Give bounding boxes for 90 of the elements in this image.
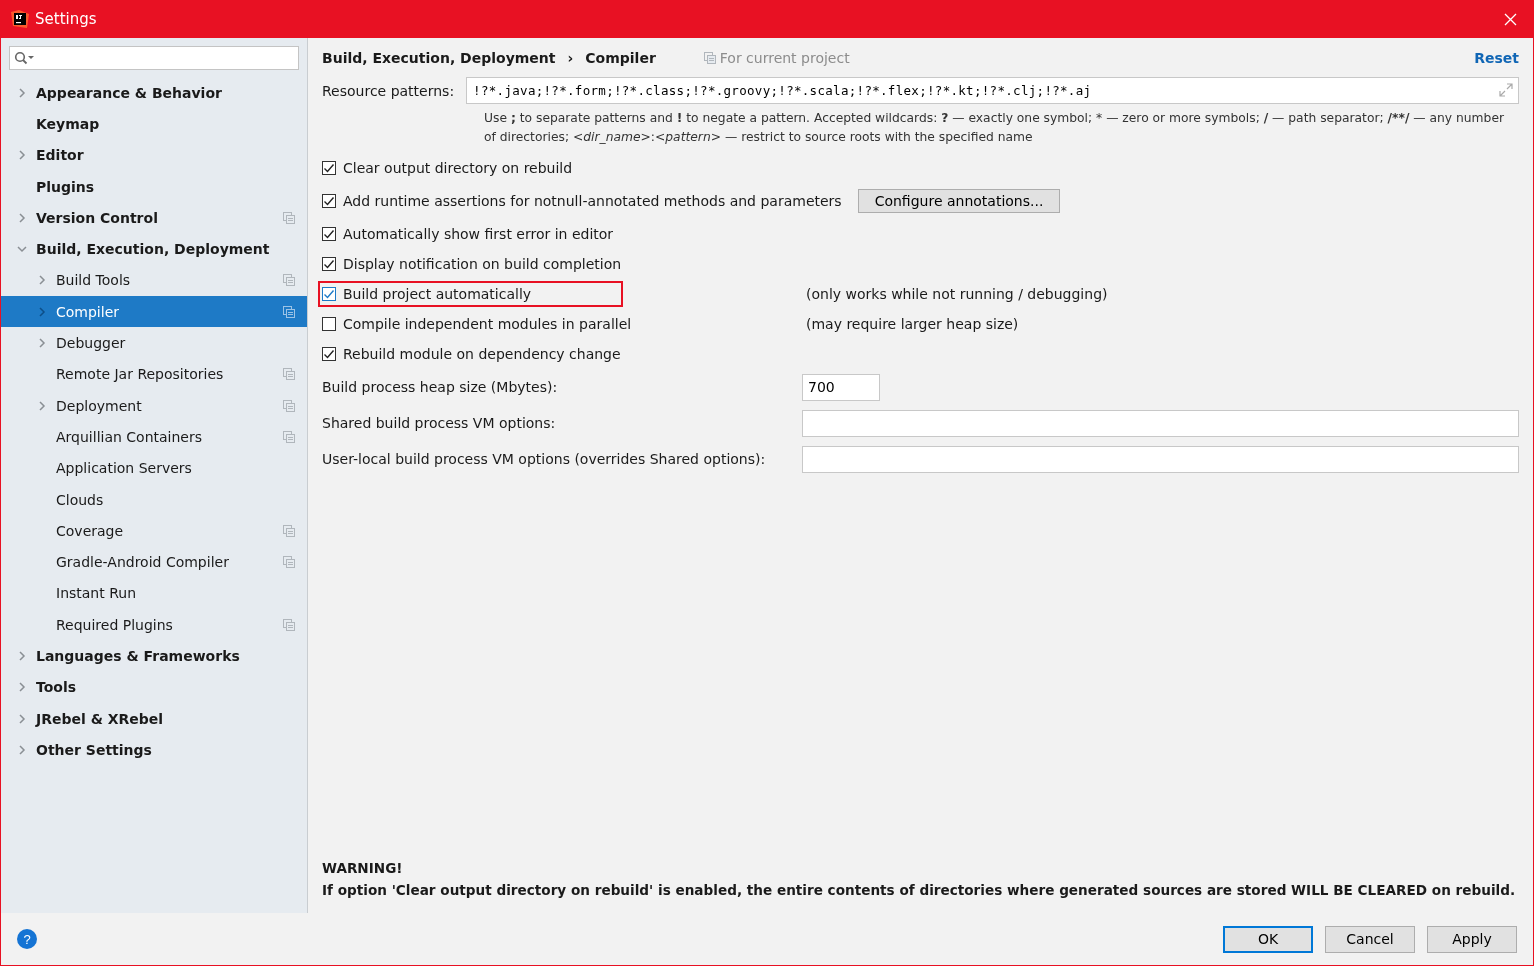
checkbox[interactable] bbox=[322, 317, 336, 331]
checkbox-row[interactable]: Compile independent modules in parallel bbox=[318, 311, 802, 337]
close-icon bbox=[1504, 12, 1517, 26]
sidebar-item[interactable]: Tools bbox=[1, 671, 307, 703]
sidebar-item[interactable]: Version Control bbox=[1, 202, 307, 234]
sidebar-item[interactable]: Remote Jar Repositories bbox=[1, 358, 307, 390]
dialog-button[interactable]: OK bbox=[1223, 925, 1313, 953]
checkbox-row[interactable]: Automatically show first error in editor bbox=[318, 221, 618, 247]
sidebar-item[interactable]: Plugins bbox=[1, 170, 307, 203]
sidebar-item[interactable]: Keymap bbox=[1, 108, 307, 140]
breadcrumb-item: Compiler bbox=[585, 50, 656, 66]
checkbox[interactable] bbox=[322, 347, 336, 361]
help-button[interactable]: ? bbox=[17, 929, 37, 949]
sidebar-item[interactable]: Deployment bbox=[1, 389, 307, 422]
checkbox-row[interactable]: Clear output directory on rebuild bbox=[318, 155, 577, 181]
input-field[interactable]: 700 bbox=[802, 373, 880, 401]
chevron-right-icon[interactable] bbox=[37, 305, 47, 318]
sidebar-item[interactable]: Appearance & Behavior bbox=[1, 77, 307, 109]
field-label: Shared build process VM options: bbox=[322, 415, 557, 431]
breadcrumb-item: Build, Execution, Deployment bbox=[322, 50, 556, 66]
checkbox-row[interactable]: Rebuild module on dependency change bbox=[318, 341, 625, 367]
checkmark-icon bbox=[323, 228, 335, 240]
checkbox[interactable] bbox=[322, 257, 336, 271]
sidebar-item[interactable]: Build, Execution, Deployment bbox=[1, 233, 307, 265]
sidebar-item[interactable]: Required Plugins bbox=[1, 609, 307, 641]
search-field[interactable] bbox=[9, 46, 299, 70]
sidebar-item[interactable]: Gradle-Android Compiler bbox=[1, 546, 307, 578]
sidebar-item[interactable]: Coverage bbox=[1, 515, 307, 547]
sidebar-item[interactable]: JRebel & XRebel bbox=[1, 702, 307, 735]
checkbox[interactable] bbox=[322, 287, 336, 301]
checkbox[interactable] bbox=[322, 227, 336, 241]
resource-patterns-field[interactable]: !?*.java;!?*.form;!?*.class;!?*.groovy;!?*.scala;!?*.flex;!?*.kt;!?*.clj;!?*.aj bbox=[466, 77, 1519, 104]
app-logo-icon bbox=[11, 10, 29, 28]
dialog-button[interactable]: Apply bbox=[1427, 925, 1517, 953]
sidebar-item[interactable]: Clouds bbox=[1, 483, 307, 516]
chevron-right-icon[interactable] bbox=[37, 274, 47, 287]
chevron-right-icon[interactable] bbox=[17, 712, 27, 725]
chevron-right-icon[interactable] bbox=[37, 399, 47, 412]
checkbox[interactable] bbox=[322, 161, 336, 175]
sidebar-item[interactable]: Build Tools bbox=[1, 264, 307, 297]
chevron-right-icon[interactable] bbox=[37, 337, 47, 349]
warning-text: If option 'Clear output directory on rebuild' is enabled, the entire contents of directories where generated sources are stored WILL BE CLEARED on rebuild. bbox=[322, 881, 1517, 900]
checkbox-row[interactable]: Display notification on build completion bbox=[318, 251, 626, 277]
window-title: Settings bbox=[35, 10, 98, 28]
checkbox-row[interactable]: Add runtime assertions for notnull-annotated methods and parameters bbox=[318, 188, 846, 214]
warning-title: WARNING! bbox=[322, 859, 404, 878]
hint-text: Use ; to separate patterns and ! to negate a pattern. Accepted wildcards: ? — exactly one symbol; * — zero or more symbols; / — path separator; /**/ — any number of directories; <dir_name>:<pattern> — restrict to source roots with the specified name bbox=[484, 110, 1506, 146]
sidebar-item[interactable]: Compiler bbox=[1, 296, 307, 328]
expand-icon[interactable] bbox=[1499, 83, 1513, 97]
chevron-right-icon[interactable] bbox=[17, 650, 27, 662]
sidebar-item[interactable]: Arquillian Containers bbox=[1, 421, 307, 453]
checkbox[interactable] bbox=[322, 194, 336, 208]
configure-annotations-button[interactable]: Configure annotations... bbox=[857, 189, 1061, 213]
sidebar-item[interactable]: Languages & Frameworks bbox=[1, 640, 307, 672]
checkmark-icon bbox=[323, 195, 335, 207]
checkbox-label[interactable]: Compile independent modules in parallel bbox=[343, 316, 632, 332]
input-field[interactable] bbox=[802, 445, 1519, 473]
chevron-right-icon[interactable] bbox=[17, 149, 27, 162]
dialog-button[interactable]: Cancel bbox=[1325, 925, 1415, 953]
chevron-right-icon[interactable] bbox=[17, 86, 27, 99]
field-label: User-local build process VM options (overrides Shared options): bbox=[322, 451, 767, 467]
option-note: (may require larger heap size) bbox=[806, 316, 1019, 332]
search-icon[interactable] bbox=[14, 51, 36, 65]
highlight-frame[interactable]: Build project automatically bbox=[318, 281, 623, 307]
sidebar-item[interactable]: Debugger bbox=[1, 327, 307, 359]
field-label: Build process heap size (Mbytes): bbox=[322, 379, 559, 395]
breadcrumb-separator: › bbox=[567, 50, 574, 66]
checkbox-label[interactable]: Rebuild module on dependency change bbox=[343, 346, 621, 362]
input-field[interactable] bbox=[802, 409, 1519, 437]
sidebar-item[interactable]: Other Settings bbox=[1, 734, 307, 766]
checkmark-icon bbox=[323, 288, 335, 300]
sidebar-item[interactable]: Editor bbox=[1, 139, 307, 171]
project-scope-icon bbox=[703, 52, 716, 64]
checkmark-icon bbox=[323, 258, 335, 270]
checkmark-icon bbox=[323, 348, 335, 360]
option-note: (only works while not running / debugging) bbox=[806, 286, 1108, 302]
checkbox-label[interactable]: Display notification on build completion bbox=[343, 256, 622, 272]
chevron-right-icon[interactable] bbox=[17, 681, 27, 694]
chevron-right-icon[interactable] bbox=[17, 211, 27, 224]
sidebar-item[interactable]: Application Servers bbox=[1, 452, 307, 484]
checkbox-label[interactable]: Build project automatically bbox=[343, 286, 532, 302]
field-label: Resource patterns: bbox=[322, 82, 455, 99]
checkbox-label[interactable]: Clear output directory on rebuild bbox=[343, 160, 573, 176]
chevron-right-icon[interactable] bbox=[17, 743, 27, 756]
reset-link[interactable]: Reset bbox=[1474, 50, 1519, 66]
checkbox-label[interactable]: Automatically show first error in editor bbox=[343, 226, 614, 242]
checkbox-label[interactable]: Add runtime assertions for notnull-annotated methods and parameters bbox=[343, 193, 842, 209]
sidebar-item[interactable]: Instant Run bbox=[1, 577, 307, 610]
scope-label: For current project bbox=[719, 50, 850, 66]
checkmark-icon bbox=[323, 162, 335, 174]
